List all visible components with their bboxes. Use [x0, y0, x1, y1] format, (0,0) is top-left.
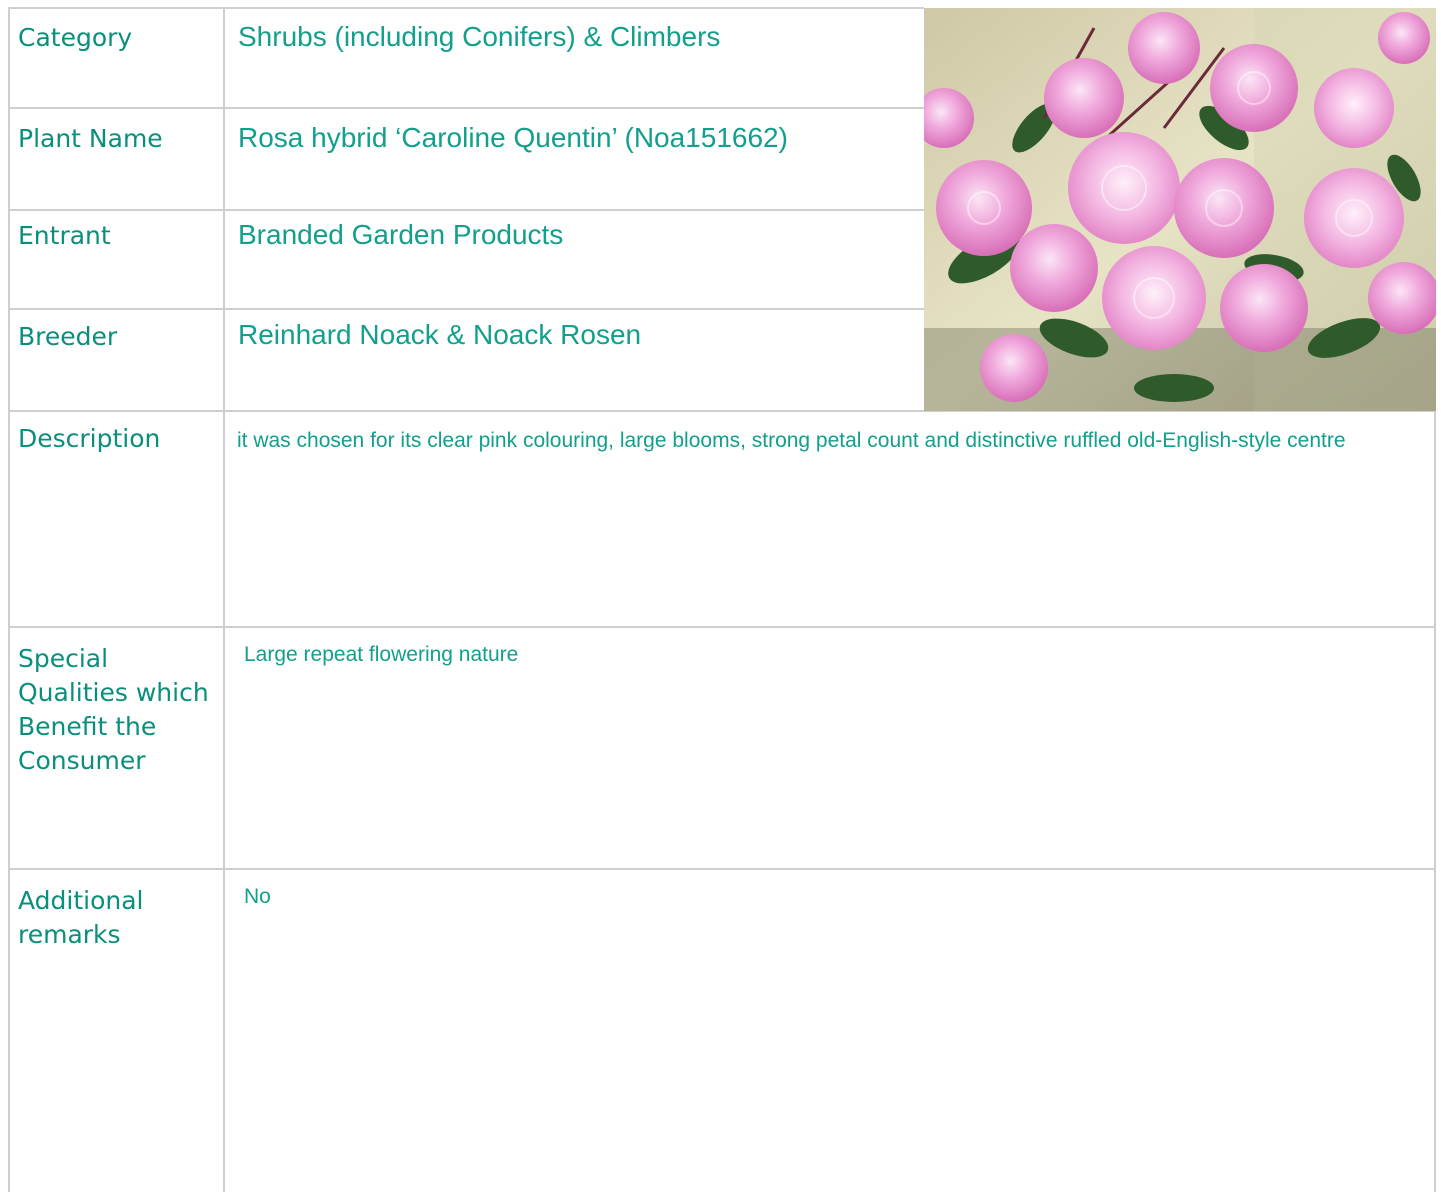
value-description: it was chosen for its clear pink colouri… — [237, 429, 1346, 452]
label-description: Description — [18, 424, 161, 453]
value-breeder: Reinhard Noack & Noack Rosen — [238, 319, 642, 350]
table-border-left — [8, 7, 10, 1192]
row-divider — [8, 868, 1436, 870]
value-additional-remarks: No — [244, 885, 271, 908]
value-special-qualities: Large repeat flowering nature — [244, 643, 519, 666]
label-category: Category — [18, 23, 133, 52]
value-category: Shrubs (including Conifers) & Climbers — [238, 21, 721, 52]
label-entrant: Entrant — [18, 221, 111, 250]
table-border-top — [8, 7, 924, 9]
rose-photo — [924, 8, 1436, 411]
row-divider — [8, 107, 924, 109]
row-divider — [8, 626, 1436, 628]
row-divider — [8, 209, 924, 211]
label-special-qualities: Special Qualities which Benefit the Cons… — [18, 644, 209, 775]
label-plant-name: Plant Name — [18, 124, 163, 153]
value-entrant: Branded Garden Products — [238, 219, 564, 250]
value-plant-name: Rosa hybrid ‘Caroline Quentin’ (Noa15166… — [238, 122, 788, 153]
table-column-divider — [223, 7, 225, 1192]
label-additional-remarks: Additional remarks — [18, 886, 144, 949]
label-breeder: Breeder — [18, 322, 118, 351]
row-divider — [8, 308, 924, 310]
table-border-right — [1434, 411, 1436, 1192]
